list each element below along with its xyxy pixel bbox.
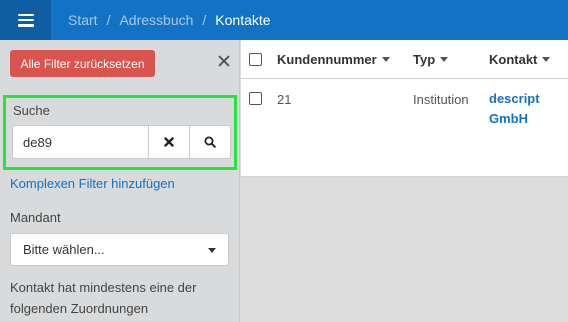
- breadcrumb-start[interactable]: Start: [68, 12, 98, 28]
- column-header-label: Kontakt: [489, 52, 538, 67]
- breadcrumb-current: Kontakte: [215, 12, 271, 28]
- reset-filters-button[interactable]: Alle Filter zurücksetzen: [10, 50, 155, 77]
- close-icon[interactable]: [217, 54, 231, 68]
- cell-kundennummer: 21: [277, 92, 292, 107]
- sort-caret-icon: [381, 57, 390, 62]
- breadcrumb-adressbuch[interactable]: Adressbuch: [119, 12, 193, 28]
- times-icon: [164, 137, 174, 147]
- breadcrumb: Start / Adressbuch / Kontakte: [68, 0, 271, 40]
- clear-search-button[interactable]: [148, 126, 189, 158]
- table-row[interactable]: 21 Institution descript GmbH: [241, 79, 568, 177]
- mandant-selected-value: Bitte wählen...: [23, 242, 105, 257]
- column-header-typ[interactable]: Typ: [413, 52, 449, 67]
- mandant-select[interactable]: Bitte wählen...: [10, 233, 229, 266]
- search-input[interactable]: [13, 126, 148, 158]
- search-section: Suche: [3, 95, 237, 170]
- mandant-label: Mandant: [10, 210, 61, 225]
- contacts-table: Kundennummer Typ Kontakt 21 Institution …: [241, 40, 568, 322]
- hamburger-icon: [17, 13, 34, 27]
- breadcrumb-separator: /: [106, 12, 111, 28]
- add-complex-filter-link[interactable]: Komplexen Filter hinzufügen: [10, 176, 175, 191]
- column-header-kundennummer[interactable]: Kundennummer: [277, 52, 390, 67]
- cell-typ: Institution: [413, 92, 469, 107]
- search-button[interactable]: [189, 126, 230, 158]
- caret-down-icon: [208, 248, 216, 253]
- row-select-checkbox[interactable]: [249, 92, 262, 105]
- search-icon: [204, 136, 216, 148]
- select-all-checkbox[interactable]: [249, 53, 262, 66]
- search-input-group: [12, 125, 231, 159]
- sort-caret-icon: [440, 57, 449, 62]
- breadcrumb-separator: /: [202, 12, 207, 28]
- contact-link[interactable]: descript GmbH: [489, 89, 540, 129]
- contact-name-line2: GmbH: [489, 111, 528, 126]
- contact-name-line1: descript: [489, 91, 540, 106]
- sort-caret-icon: [542, 57, 551, 62]
- column-header-label: Typ: [413, 52, 436, 67]
- top-navbar: Start / Adressbuch / Kontakte: [0, 0, 568, 40]
- menu-toggle-button[interactable]: [0, 0, 51, 40]
- assignment-label: Kontakt hat mindestens eine der folgende…: [10, 280, 197, 316]
- table-header: Kundennummer Typ Kontakt: [241, 40, 568, 79]
- search-label: Suche: [13, 103, 50, 118]
- column-header-kontakt[interactable]: Kontakt: [489, 52, 551, 67]
- column-header-label: Kundennummer: [277, 52, 377, 67]
- filter-sidebar: Alle Filter zurücksetzen Suche Komplexen…: [0, 40, 240, 322]
